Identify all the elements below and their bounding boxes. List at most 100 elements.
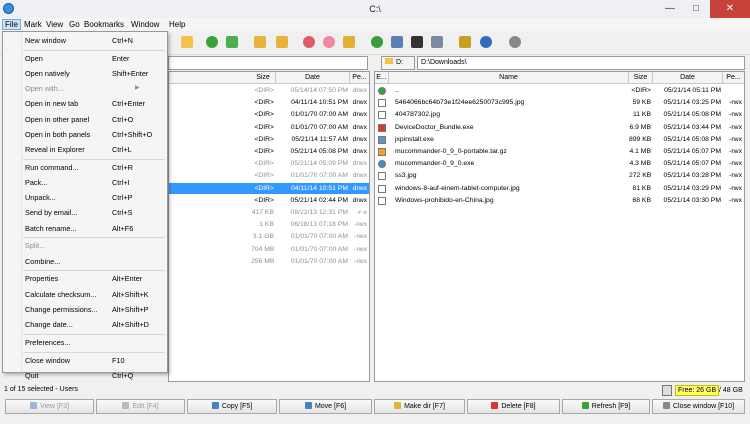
minimize-button[interactable]: — xyxy=(657,0,683,18)
table-row[interactable]: <DIR> 01/01/70 07:00 AM drwx xyxy=(169,109,369,121)
menu-item-change-permissions[interactable]: Change permissions... Alt+Shift+P xyxy=(3,303,167,316)
menu-item-open-in-new-tab[interactable]: Open in new tab Ctrl+Enter xyxy=(3,97,167,110)
close-window-button[interactable]: Close window [F10] xyxy=(652,399,745,414)
menu-view[interactable]: View xyxy=(44,19,65,30)
menu-item-calculate-checksum[interactable]: Calculate checksum... Alt+Shift+K xyxy=(3,288,167,301)
menu-item-open-natively[interactable]: Open natively Shift+Enter xyxy=(3,67,167,80)
menu-item-batch-rename[interactable]: Batch rename... Alt+F6 xyxy=(3,222,167,235)
add-bookmark-icon[interactable] xyxy=(303,36,315,48)
menu-item-open[interactable]: Open Enter xyxy=(3,52,167,65)
table-row[interactable]: 704 MB 01/01/70 07:00 AM -rwx xyxy=(169,244,369,256)
move-button[interactable]: Move [F6] xyxy=(279,399,372,414)
table-row[interactable]: <DIR> 05/21/14 05:08 PM drwx xyxy=(169,146,369,158)
right-location-field[interactable]: D:\Downloads\ xyxy=(417,56,745,70)
right-file-panel[interactable]: E... Name Size Date Pe... .. <DIR> 05/21/1… xyxy=(374,71,745,382)
delete-icon xyxy=(491,402,499,409)
pen-icon[interactable] xyxy=(459,36,471,48)
table-row[interactable]: 417 KB 08/22/13 12:31 PM -r-x xyxy=(169,207,369,219)
connect-server-icon[interactable] xyxy=(371,36,383,48)
menu-item-combine[interactable]: Combine... xyxy=(3,255,167,268)
menu-item-preferences[interactable]: Preferences... xyxy=(3,336,167,349)
delete-button[interactable]: Delete [F8] xyxy=(467,399,560,414)
table-row[interactable]: <DIR> 01/01/70 07:00 AM drwx xyxy=(169,170,369,182)
col-date[interactable]: Date xyxy=(653,72,723,83)
menu-item-quit[interactable]: Quit Ctrl+Q xyxy=(3,369,167,382)
email-icon[interactable] xyxy=(431,36,443,48)
new-folder-icon[interactable] xyxy=(181,36,193,48)
table-row[interactable]: .. <DIR> 05/21/14 05:11 PM xyxy=(375,85,744,97)
table-row[interactable]: 5464066bc64b73e1f24ee6250073c995.jpg 59 K… xyxy=(375,97,744,109)
table-row[interactable]: jxpinstall.exe 899 KB 05/21/14 05:08 PM -rw… xyxy=(375,134,744,146)
menu-item-send-by-email[interactable]: Send by email... Ctrl+S xyxy=(3,206,167,219)
menu-item-shortcut: Ctrl+Q xyxy=(112,370,134,380)
cell-date: 01/01/70 07:00 AM xyxy=(290,233,348,241)
table-row[interactable]: <DIR> 05/14/14 07:50 PM drwx xyxy=(169,85,369,97)
table-row[interactable]: <DIR> 05/21/14 11:57 AM drwx xyxy=(169,134,369,146)
menu-item-new-window[interactable]: New window Ctrl+N xyxy=(3,34,167,47)
unpack-icon[interactable] xyxy=(276,36,288,48)
table-row[interactable]: ss3.jpg 272 KB 05/21/14 03:28 PM -rwx xyxy=(375,170,744,182)
table-row[interactable]: <DIR> 04/11/14 10:51 PM drwx xyxy=(169,97,369,109)
col-perm[interactable]: Pe... xyxy=(350,72,369,83)
swap-icon[interactable] xyxy=(226,36,238,48)
col-size[interactable]: Size xyxy=(251,72,276,83)
menu-item-shortcut: Alt+Shift+D xyxy=(112,320,149,329)
total-space-label: / 48 GB xyxy=(719,387,743,394)
copy-button[interactable]: Copy [F5] xyxy=(187,399,277,414)
menu-item-label: Batch rename... xyxy=(25,223,77,233)
menu-bookmarks[interactable]: Bookmarks xyxy=(82,19,126,30)
menu-mark[interactable]: Mark xyxy=(22,19,44,30)
refresh-button[interactable]: Refresh [F9] xyxy=(562,399,650,414)
table-row[interactable]: 404787302.jpg 11 KB 05/21/14 05:08 PM -rwx xyxy=(375,109,744,121)
menu-item-unpack[interactable]: Unpack... Ctrl+P xyxy=(3,191,167,204)
pack-icon[interactable] xyxy=(254,36,266,48)
maximize-button[interactable]: □ xyxy=(683,0,709,18)
menu-help[interactable]: Help xyxy=(167,19,187,30)
col-ext[interactable]: E... xyxy=(375,72,389,83)
right-drive-button[interactable]: D: xyxy=(381,56,415,70)
gear-icon[interactable] xyxy=(509,36,521,48)
menu-item-open-in-both-panels[interactable]: Open in both panels Ctrl+Shift+O xyxy=(3,128,167,141)
menu-window[interactable]: Window xyxy=(129,19,161,30)
credentials-icon[interactable] xyxy=(343,36,355,48)
menu-item-reveal-in-explorer[interactable]: Reveal in Explorer Ctrl+L xyxy=(3,143,167,156)
col-size[interactable]: Size xyxy=(629,72,653,83)
menu-file[interactable]: File xyxy=(2,19,21,30)
cell-name: mucommander-0_9_0.exe xyxy=(395,160,475,168)
table-row[interactable]: DeviceDoctor_Bundle.exe 6.9 MB 05/21/14 03… xyxy=(375,122,744,134)
table-row[interactable]: <DIR> 01/01/70 07:00 AM drwx xyxy=(169,122,369,134)
table-row[interactable]: windows-8-auf-einem-tablet-computer.jpg 8… xyxy=(375,183,744,195)
left-file-panel[interactable]: Size Date Pe... <DIR> 05/14/14 07:50 PM dr… xyxy=(168,71,370,382)
edit-icon xyxy=(122,402,130,409)
table-row[interactable]: mucommander-0_9_0-portable.tar.gz 4.1 MB 0… xyxy=(375,146,744,158)
table-row-selected[interactable]: <DIR> 04/11/14 10:51 PM drwx xyxy=(169,182,369,195)
cell-date: 01/01/70 07:00 AM xyxy=(290,245,348,253)
edit-bookmarks-icon[interactable] xyxy=(323,36,335,48)
table-row[interactable]: 3.1 GB 01/01/70 07:00 AM -rwx xyxy=(169,231,369,243)
close-window-button[interactable]: ✕ xyxy=(710,0,750,18)
left-location-field[interactable] xyxy=(168,56,368,70)
table-row[interactable]: <DIR> 05/21/14 05:09 PM drwx xyxy=(169,158,369,170)
menu-go[interactable]: Go xyxy=(67,19,82,30)
table-row[interactable]: 1 KB 06/18/13 07:18 PM -rwx xyxy=(169,219,369,231)
make-dir-button[interactable]: Make dir [F7] xyxy=(374,399,465,414)
col-name[interactable]: Name xyxy=(389,72,629,83)
sync-icon[interactable] xyxy=(206,36,218,48)
info-icon[interactable] xyxy=(480,36,492,48)
menu-item-open-in-other-panel[interactable]: Open in other panel Ctrl+O xyxy=(3,113,167,126)
col-perm[interactable]: Pe... xyxy=(723,72,744,83)
table-row[interactable]: <DIR> 05/21/14 02:44 PM drwx xyxy=(169,195,369,207)
menu-item-change-date[interactable]: Change date... Alt+Shift+D xyxy=(3,318,167,331)
menu-item-close-window[interactable]: Close window F10 xyxy=(3,354,167,367)
menu-item-properties[interactable]: Properties Alt+Enter xyxy=(3,272,167,285)
table-row[interactable]: mucommander-0_9_0.exe 4.3 MB 05/21/14 05:0… xyxy=(375,158,744,170)
terminal-icon[interactable] xyxy=(411,36,423,48)
button-label: View [F3] xyxy=(39,403,70,410)
menu-item-run-command[interactable]: Run command... Ctrl+R xyxy=(3,161,167,174)
cell-perm: drwx xyxy=(352,184,367,192)
network-shares-icon[interactable] xyxy=(391,36,403,48)
col-date[interactable]: Date xyxy=(276,72,350,83)
table-row[interactable]: 256 MB 01/01/70 07:00 AM -rwx xyxy=(169,256,369,268)
menu-item-pack[interactable]: Pack... Ctrl+I xyxy=(3,176,167,189)
table-row[interactable]: Windows-prohibido-en-China.jpg 68 KB 05/21… xyxy=(375,195,744,207)
